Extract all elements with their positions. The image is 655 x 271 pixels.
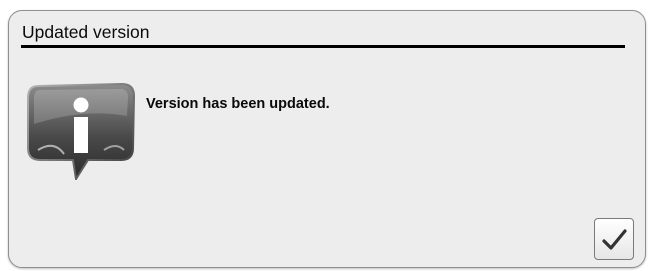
confirm-button[interactable] (594, 218, 634, 260)
title-divider (21, 45, 625, 48)
checkmark-icon (595, 219, 633, 259)
dialog-title: Updated version (22, 22, 150, 42)
dialog-message: Version has been updated. (146, 96, 330, 112)
info-icon (24, 80, 138, 182)
